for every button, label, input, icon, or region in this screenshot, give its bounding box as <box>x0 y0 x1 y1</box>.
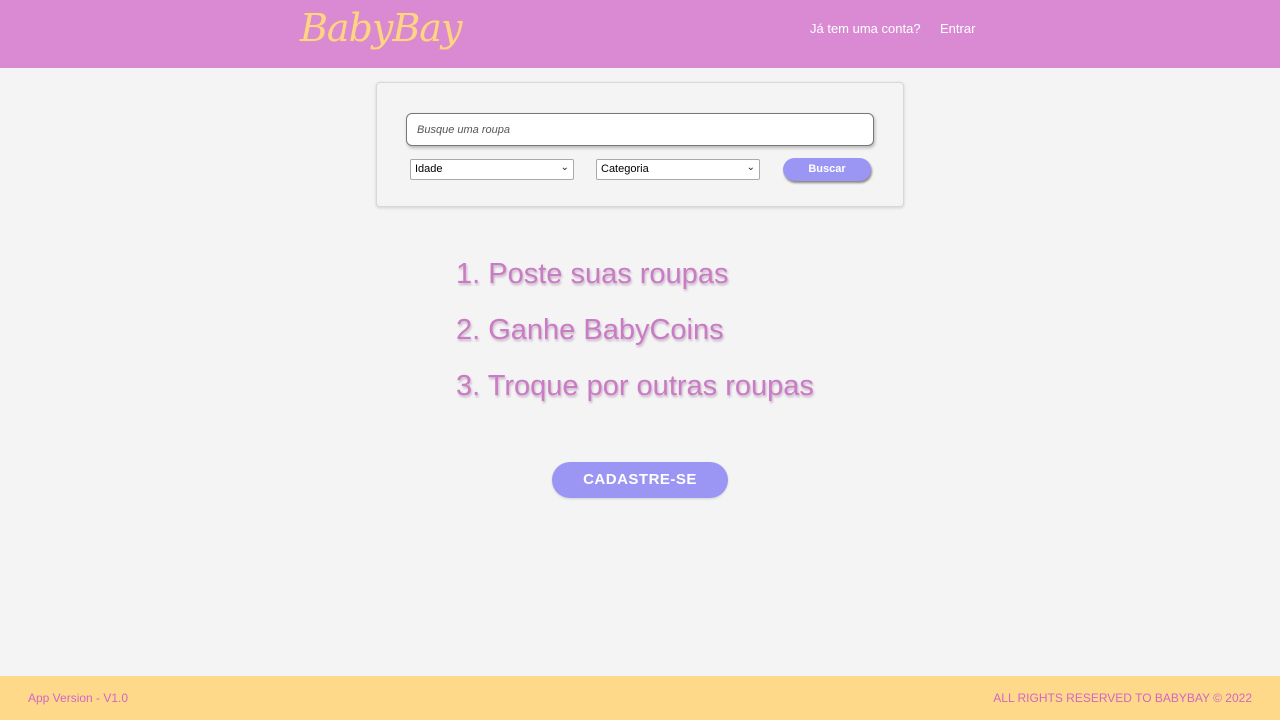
babybay-logo[interactable]: BabyBay <box>300 6 462 50</box>
age-select[interactable]: Idade ⌄ <box>410 159 574 180</box>
category-select[interactable]: Categoria ⌄ <box>596 159 760 180</box>
step-item: 3. Troque por outras roupas <box>456 370 814 402</box>
app-version: App Version - V1.0 <box>28 691 129 705</box>
search-button[interactable]: Buscar <box>783 158 871 181</box>
have-account-text: Já tem uma conta? <box>810 21 921 36</box>
step-item: 1. Poste suas roupas <box>456 258 729 290</box>
copyright-text: ALL RIGHTS RESERVED TO BABYBAY © 2022 <box>993 691 1252 705</box>
category-select-value: Categoria <box>601 163 649 175</box>
signup-button[interactable]: CADASTRE-SE <box>552 462 728 498</box>
age-select-value: Idade <box>415 163 443 175</box>
chevron-down-icon: ⌄ <box>746 162 755 173</box>
chevron-down-icon: ⌄ <box>560 162 569 173</box>
footer: App Version - V1.0 ALL RIGHTS RESERVED T… <box>0 676 1280 720</box>
search-card: Idade ⌄ Categoria ⌄ Buscar <box>376 82 904 207</box>
search-input[interactable] <box>406 113 874 146</box>
step-item: 2. Ganhe BabyCoins <box>456 314 724 346</box>
top-header: BabyBay Já tem uma conta? Entrar <box>0 0 1280 68</box>
login-link[interactable]: Entrar <box>940 21 975 36</box>
